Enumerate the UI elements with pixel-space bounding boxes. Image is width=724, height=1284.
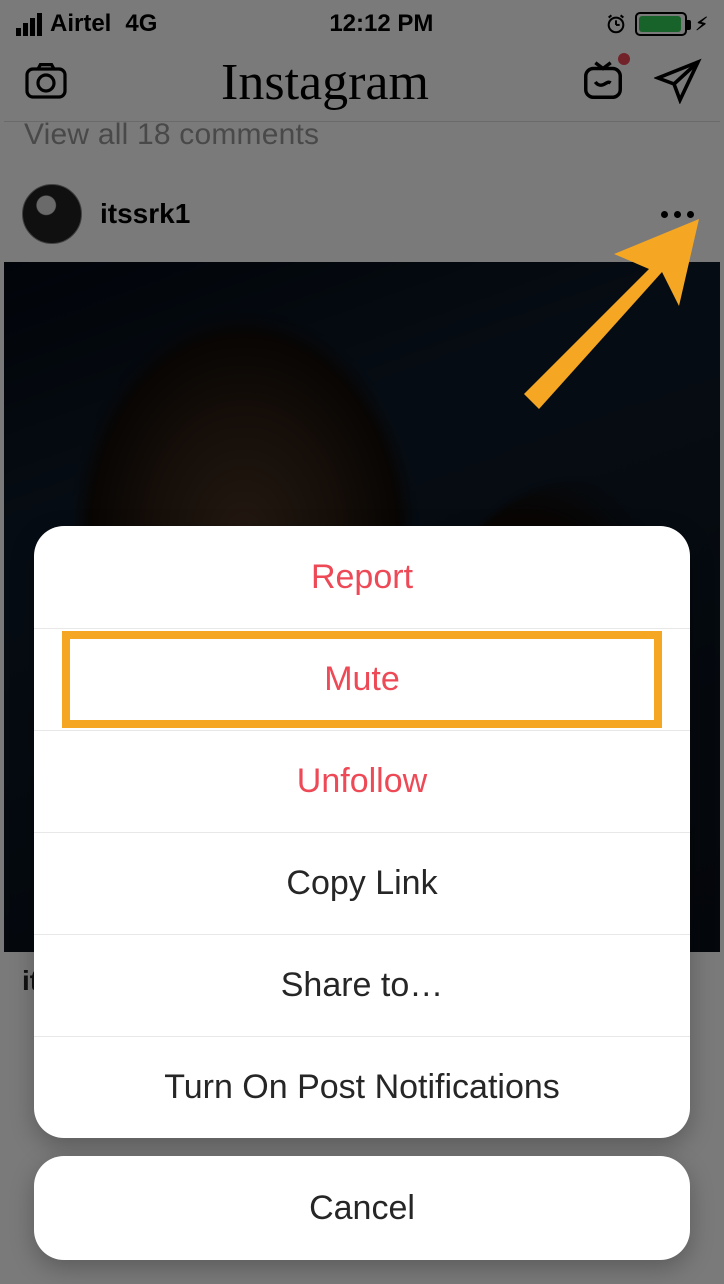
action-label: Share to… xyxy=(281,966,444,1005)
action-copy-link[interactable]: Copy Link xyxy=(34,832,690,934)
action-label: Turn On Post Notifications xyxy=(164,1068,560,1107)
cancel-label: Cancel xyxy=(309,1189,415,1228)
action-label: Unfollow xyxy=(297,762,427,801)
action-share-to[interactable]: Share to… xyxy=(34,934,690,1036)
action-label: Mute xyxy=(324,660,400,699)
phone-frame: Airtel 4G 12:12 PM ⚡︎ Instagram xyxy=(0,0,724,1284)
action-label: Copy Link xyxy=(286,864,437,903)
action-report[interactable]: Report xyxy=(34,526,690,628)
action-unfollow[interactable]: Unfollow xyxy=(34,730,690,832)
action-label: Report xyxy=(311,558,413,597)
action-post-notifications[interactable]: Turn On Post Notifications xyxy=(34,1036,690,1138)
action-sheet-list: Report Mute Unfollow Copy Link Share to…… xyxy=(34,526,690,1138)
action-cancel[interactable]: Cancel xyxy=(34,1156,690,1260)
action-mute[interactable]: Mute xyxy=(34,628,690,730)
action-sheet: Report Mute Unfollow Copy Link Share to…… xyxy=(4,526,720,1280)
